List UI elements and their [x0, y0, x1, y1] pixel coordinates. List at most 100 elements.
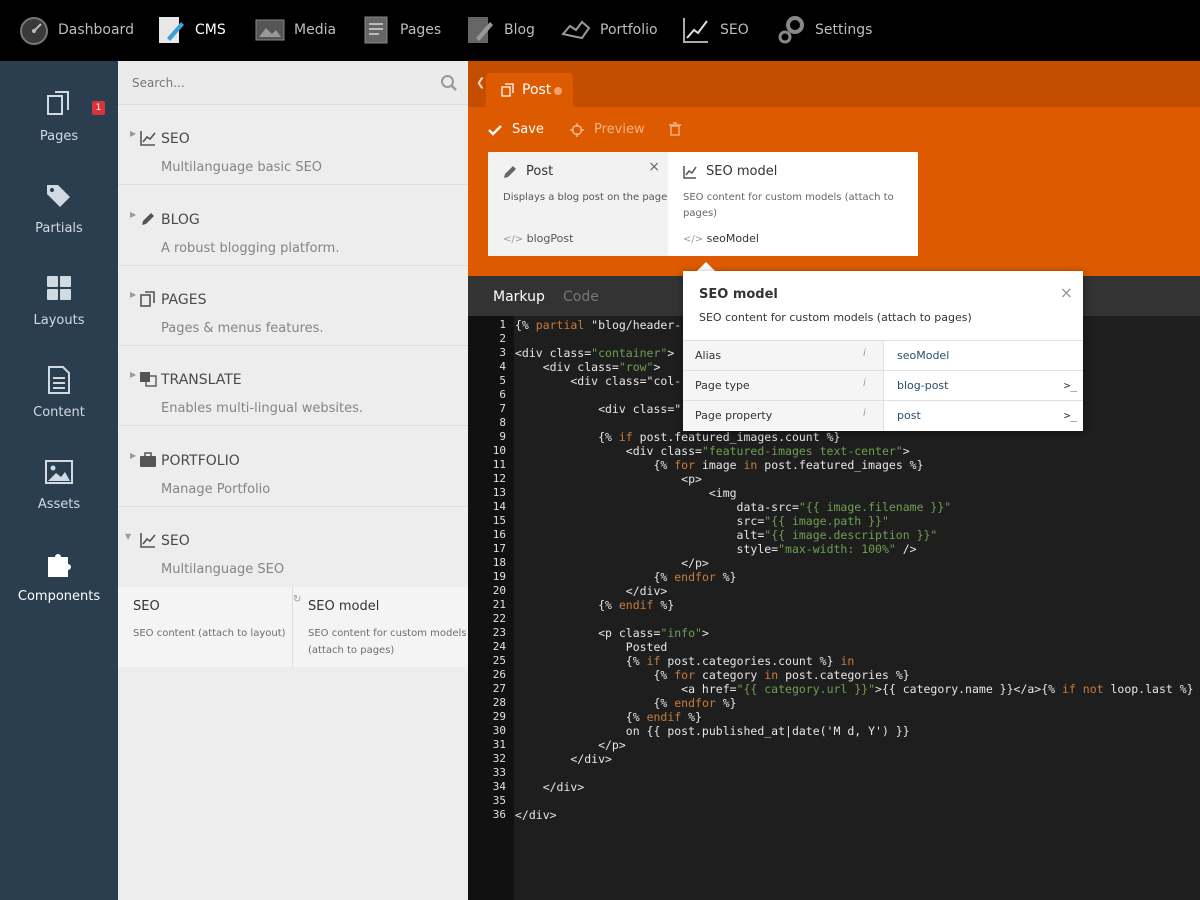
- nav-seo-label: SEO: [720, 22, 749, 38]
- nav-media-label: Media: [294, 22, 337, 38]
- sidebar: Pages 1 Partials Layouts Content Assets …: [0, 61, 118, 900]
- code-line[interactable]: </p>: [515, 738, 626, 752]
- expand-caret-icon[interactable]: ▶: [130, 451, 136, 460]
- component-group-portfolio[interactable]: ▶ PORTFOLIO Manage Portfolio: [118, 427, 468, 507]
- component-seo-model[interactable]: ↻ SEO model SEO content for custom model…: [292, 587, 468, 667]
- search-icon[interactable]: [440, 74, 458, 92]
- code-line[interactable]: on {{ post.published_at|date('M d, Y') }…: [515, 724, 910, 738]
- component-seo[interactable]: SEO SEO content (attach to layout): [118, 587, 292, 667]
- code-line[interactable]: alt="{{ image.description }}": [515, 528, 938, 542]
- code-line[interactable]: <p class="info">: [515, 626, 709, 640]
- alias-input[interactable]: seoModel: [883, 341, 1083, 370]
- copy-icon: [47, 91, 69, 115]
- tab-code[interactable]: Code: [563, 289, 599, 305]
- code-line[interactable]: <div class="featured-images text-center"…: [515, 444, 910, 458]
- nav-cms[interactable]: CMS: [155, 12, 226, 48]
- nav-dashboard[interactable]: Dashboard: [18, 12, 134, 48]
- code-line[interactable]: {% partial "blog/header-: [515, 318, 681, 332]
- page-property-input[interactable]: post: [883, 401, 1083, 430]
- save-button[interactable]: Save: [488, 122, 544, 137]
- sidebar-item-assets[interactable]: Assets: [0, 457, 118, 537]
- line-number: 36: [492, 808, 506, 821]
- code-line[interactable]: {% for category in post.categories %}: [515, 668, 909, 682]
- copy-icon: [501, 83, 514, 97]
- delete-button[interactable]: [668, 122, 692, 136]
- expand-caret-icon[interactable]: ▶: [130, 210, 136, 219]
- terminal-icon[interactable]: >_: [1064, 379, 1077, 392]
- group-description: Manage Portfolio: [161, 482, 271, 497]
- nav-settings[interactable]: Settings: [775, 12, 872, 48]
- collapse-caret-icon[interactable]: ▼: [125, 532, 131, 541]
- nav-media[interactable]: Media: [254, 12, 336, 48]
- sidebar-item-partials[interactable]: Partials: [0, 181, 118, 261]
- code-line[interactable]: {% endif %}: [515, 598, 674, 612]
- line-number: 28: [492, 696, 506, 709]
- code-line[interactable]: {% for image in post.featured_images %}: [515, 458, 923, 472]
- info-icon[interactable]: i: [863, 348, 871, 359]
- component-group-blog[interactable]: ▶ BLOG A robust blogging platform.: [118, 186, 468, 266]
- code-line[interactable]: {% if post.categories.count %} in: [515, 654, 855, 668]
- line-number: 5: [499, 374, 506, 387]
- group-description: Multilanguage basic SEO: [161, 160, 323, 175]
- component-group-seo[interactable]: ▶ SEO Multilanguage basic SEO: [118, 105, 468, 185]
- code-line[interactable]: {% endfor %}: [515, 696, 736, 710]
- component-card-seo-model[interactable]: SEO model SEO content for custom models …: [668, 152, 918, 256]
- component-card-post[interactable]: Post × Displays a blog post on the page.…: [488, 152, 670, 256]
- sidebar-item-content[interactable]: Content: [0, 365, 118, 445]
- nav-blog[interactable]: Blog: [464, 12, 535, 48]
- component-group-pages[interactable]: ▶ PAGES Pages & menus features.: [118, 266, 468, 346]
- code-line[interactable]: <div class="container">: [515, 346, 674, 360]
- close-icon[interactable]: ×: [648, 159, 660, 175]
- code-line[interactable]: <p>: [515, 472, 702, 486]
- code-icon: </>: [683, 234, 704, 245]
- code-line[interactable]: </p>: [515, 556, 709, 570]
- code-line[interactable]: data-src="{{ image.filename }}": [515, 500, 952, 514]
- tab-post[interactable]: Post: [486, 73, 573, 107]
- expand-caret-icon[interactable]: ▶: [130, 370, 136, 379]
- code-line[interactable]: <div class="row">: [515, 360, 661, 374]
- close-icon[interactable]: ×: [1060, 283, 1073, 302]
- code-line[interactable]: </div>: [515, 808, 557, 822]
- nav-seo[interactable]: SEO: [680, 12, 749, 48]
- info-icon[interactable]: i: [863, 378, 871, 389]
- nav-pages[interactable]: Pages: [360, 12, 441, 48]
- pencil-icon: [142, 213, 154, 225]
- terminal-icon[interactable]: >_: [1064, 409, 1077, 422]
- sidebar-item-pages[interactable]: Pages 1: [0, 89, 118, 169]
- blog-icon: [468, 17, 493, 43]
- refresh-icon: ↻: [293, 594, 302, 605]
- nav-pages-label: Pages: [400, 22, 442, 38]
- code-line[interactable]: {% if post.featured_images.count %}: [515, 430, 840, 444]
- code-line[interactable]: Posted: [515, 640, 668, 654]
- code-line[interactable]: <a href="{{ category.url }}">{{ category…: [515, 682, 1193, 696]
- nav-portfolio-label: Portfolio: [600, 22, 658, 38]
- code-line[interactable]: style="max-width: 100%" />: [515, 542, 917, 556]
- settings-icon: [778, 16, 804, 44]
- sidebar-item-components[interactable]: Components: [0, 549, 118, 629]
- code-line[interactable]: </div>: [515, 752, 612, 766]
- code-line[interactable]: <div class=": [515, 402, 681, 416]
- search-input[interactable]: [130, 73, 420, 93]
- code-line[interactable]: </div>: [515, 780, 585, 794]
- code-line[interactable]: src="{{ image.path }}": [515, 514, 889, 528]
- code-line[interactable]: <img: [515, 486, 737, 500]
- code-line[interactable]: {% endfor %}: [515, 570, 736, 584]
- code-line[interactable]: <div class="col-: [515, 374, 681, 388]
- line-number: 22: [492, 612, 506, 625]
- expand-caret-icon[interactable]: ▶: [130, 129, 136, 138]
- tab-markup[interactable]: Markup: [493, 289, 545, 305]
- nav-portfolio[interactable]: Portfolio: [560, 12, 658, 48]
- info-icon[interactable]: i: [863, 408, 871, 419]
- chart-icon: [140, 131, 156, 146]
- component-group-seo-expanded[interactable]: ▼ SEO Multilanguage SEO: [118, 507, 468, 587]
- page-type-input[interactable]: blog-post: [883, 371, 1083, 400]
- sidebar-item-layouts[interactable]: Layouts: [0, 273, 118, 353]
- code-line[interactable]: </div>: [515, 584, 668, 598]
- collapse-arrow-icon[interactable]: ❮: [476, 76, 485, 89]
- code-line[interactable]: {% endif %}: [515, 710, 702, 724]
- preview-button[interactable]: Preview: [570, 122, 645, 137]
- line-number: 30: [492, 724, 506, 737]
- component-group-translate[interactable]: ▶ TRANSLATE Enables multi-lingual websit…: [118, 346, 468, 426]
- expand-caret-icon[interactable]: ▶: [130, 290, 136, 299]
- line-number: 24: [492, 640, 506, 653]
